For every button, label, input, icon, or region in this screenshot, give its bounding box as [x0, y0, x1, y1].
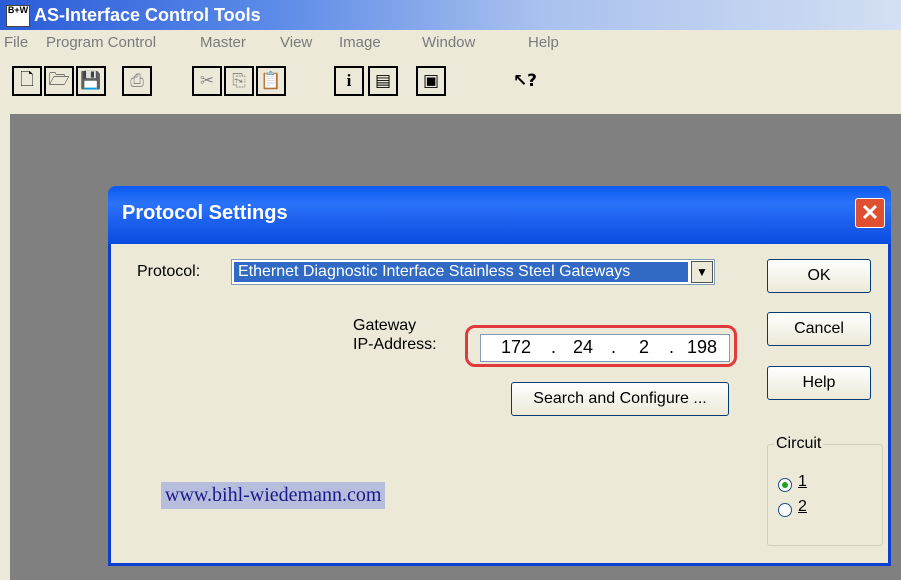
ok-button[interactable]: OK [767, 259, 871, 293]
chevron-down-icon[interactable]: ▼ [691, 261, 713, 283]
context-help-icon[interactable]: ↖? [510, 66, 540, 96]
ip-dot: . [669, 337, 675, 357]
dialog-title: Protocol Settings [122, 202, 288, 224]
copy-icon[interactable]: ⎘ [224, 66, 254, 96]
ip-dot: . [551, 337, 557, 357]
window-frame [0, 114, 10, 580]
app-title: AS-Interface Control Tools [34, 5, 261, 25]
menu-file[interactable]: File [4, 34, 28, 51]
ip-address-field[interactable]: 172 . 24 . 2 . 198 [480, 334, 730, 362]
ip-octet-4[interactable]: 198 [687, 337, 717, 358]
protocol-select[interactable]: Ethernet Diagnostic Interface Stainless … [231, 259, 715, 285]
circuit-radio-1[interactable] [778, 478, 792, 492]
circuit-groupbox: Circuit 1 2 [767, 435, 883, 546]
menu-help[interactable]: Help [528, 34, 559, 51]
menu-master[interactable]: Master [200, 34, 246, 51]
protocol-selected-value: Ethernet Diagnostic Interface Stainless … [234, 262, 688, 282]
search-configure-button[interactable]: Search and Configure ... [511, 382, 729, 416]
paste-icon[interactable]: 📋 [256, 66, 286, 96]
dialog-titlebar: Protocol Settings ✕ [108, 186, 891, 244]
ip-octet-2[interactable]: 24 [573, 337, 593, 358]
protocol-settings-dialog: Protocol Settings ✕ Protocol: Ethernet D… [108, 186, 891, 566]
ip-octet-1[interactable]: 172 [501, 337, 531, 358]
circuit-option-1-label: 1 [798, 473, 807, 490]
ip-highlight: 172 . 24 . 2 . 198 [465, 325, 737, 367]
circuit-option-2-label: 2 [798, 498, 807, 515]
new-document-icon[interactable]: 🗋 [12, 66, 42, 96]
gateway-label-line1: Gateway [353, 317, 417, 334]
ip-dot: . [611, 337, 617, 357]
save-icon[interactable]: 💾 [76, 66, 106, 96]
toolbar: 🗋 🗁 💾 ⎙ ✂ ⎘ 📋 i ▤ ▣ ↖? [0, 58, 901, 115]
website-link[interactable]: www.bihl-wiedemann.com [161, 482, 386, 509]
menu-view[interactable]: View [280, 34, 312, 51]
panel-icon[interactable]: ▤ [368, 66, 398, 96]
ip-octet-3[interactable]: 2 [639, 337, 649, 358]
open-folder-icon[interactable]: 🗁 [44, 66, 74, 96]
close-icon[interactable]: ✕ [855, 198, 885, 228]
menu-program-control[interactable]: Program Control [46, 34, 156, 51]
menubar: File Program Control Master View Image W… [0, 30, 901, 58]
menu-image[interactable]: Image [339, 34, 381, 51]
circuit-radio-2[interactable] [778, 503, 792, 517]
print-icon[interactable]: ⎙ [122, 66, 152, 96]
info-icon[interactable]: i [334, 66, 364, 96]
circuit-label: Circuit [774, 435, 824, 453]
app-logo-icon: B+W [6, 5, 30, 27]
menu-window[interactable]: Window [422, 34, 475, 51]
app-titlebar: B+W AS-Interface Control Tools [0, 0, 901, 30]
gateway-label-line2: IP-Address: [353, 336, 437, 353]
window-icon[interactable]: ▣ [416, 66, 446, 96]
help-button[interactable]: Help [767, 366, 871, 400]
cancel-button[interactable]: Cancel [767, 312, 871, 346]
cut-icon[interactable]: ✂ [192, 66, 222, 96]
protocol-label: Protocol: [137, 263, 201, 280]
